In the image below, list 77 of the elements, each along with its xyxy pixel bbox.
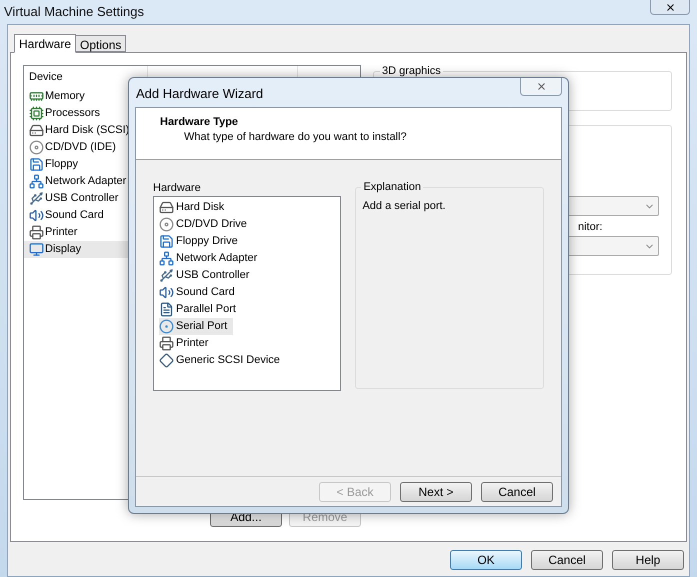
network-icon [29, 174, 44, 189]
button[interactable]: Help [612, 550, 684, 570]
device-name: CD/DVD (IDE) [45, 140, 116, 156]
tab[interactable]: Hardware [14, 34, 76, 53]
button[interactable]: OK [450, 550, 522, 570]
device-name: Hard Disk (SCSI) [45, 123, 130, 138]
hardware-name: CD/DVD Drive [176, 217, 247, 232]
device-name: Printer [45, 225, 78, 240]
hardware-item[interactable]: Serial Port [159, 318, 234, 335]
button[interactable]: Cancel [531, 550, 603, 570]
hardware-name: Network Adapter [176, 251, 258, 266]
floppy-icon [29, 157, 44, 172]
hardware-name: Floppy Drive [176, 234, 238, 250]
close-icon [536, 81, 546, 92]
usb-icon [29, 191, 44, 206]
monitor-icon [29, 242, 44, 257]
tab[interactable]: Options [76, 35, 126, 52]
device-row[interactable]: Hard Disk (SCSI) [24, 122, 148, 139]
close-icon [664, 2, 676, 12]
hardware-name: Hard Disk [176, 200, 224, 216]
hard-drive-icon [29, 123, 44, 138]
group-title: 3D graphics [380, 64, 443, 78]
device-name: USB Controller [45, 191, 118, 206]
device-name: Network Adapter [45, 174, 126, 190]
hardware-item[interactable]: Floppy Drive [159, 233, 244, 250]
device-name: Floppy [45, 157, 78, 172]
device-row[interactable]: Processors [24, 105, 148, 122]
memory-icon [29, 89, 44, 104]
printer-icon [159, 336, 174, 351]
hardware-item[interactable]: Parallel Port [159, 301, 242, 318]
device-name: Processors [45, 106, 100, 122]
hardware-name: Serial Port [176, 319, 228, 334]
port-icon [159, 319, 174, 334]
hardware-name: USB Controller [176, 268, 250, 284]
device-row[interactable]: CD/DVD (IDE) [24, 139, 148, 156]
device-name: Display [45, 242, 82, 258]
diamond-icon [159, 353, 174, 368]
device-row[interactable]: Network Adapter [24, 173, 148, 190]
window-title: Virtual Machine Settings [4, 3, 144, 21]
heading: Hardware Type [160, 115, 240, 130]
button[interactable]: Next > [400, 482, 472, 502]
close-button[interactable] [650, 0, 690, 15]
device-name: Memory [45, 89, 85, 104]
hardware-item[interactable]: Hard Disk [159, 199, 230, 216]
device-name: Sound Card [45, 208, 104, 224]
disc-icon [159, 217, 174, 232]
speaker-icon [159, 285, 174, 300]
explanation-text: Add a serial port. [362, 199, 447, 214]
hardware-item[interactable]: Generic SCSI Device [159, 352, 286, 369]
field-label: nitor: [577, 220, 604, 235]
hard-drive-icon [159, 200, 174, 215]
hardware-name: Generic SCSI Device [176, 353, 280, 368]
printer-icon [29, 225, 44, 240]
hardware-item[interactable]: USB Controller [159, 267, 256, 284]
hardware-item[interactable]: Printer [159, 335, 214, 352]
device-row[interactable]: Sound Card [24, 207, 148, 224]
device-row[interactable]: Printer [24, 224, 148, 241]
chip-icon [29, 106, 44, 121]
port-icon [159, 302, 174, 317]
dialog-title: Add Hardware Wizard [136, 85, 264, 103]
group-title: Explanation [361, 180, 423, 194]
hardware-name: Printer [176, 336, 208, 352]
device-row[interactable]: Floppy [24, 156, 148, 173]
list-label: Hardware [153, 181, 202, 196]
subheading: What type of hardware do you want to install? [183, 130, 408, 145]
floppy-icon [159, 234, 174, 249]
network-icon [159, 251, 174, 266]
hardware-name: Sound Card [176, 285, 235, 300]
speaker-icon [29, 208, 44, 223]
hardware-item[interactable]: Network Adapter [159, 250, 264, 267]
hardware-name: Parallel Port [176, 302, 236, 318]
device-row[interactable]: USB Controller [24, 190, 148, 207]
button[interactable]: Cancel [481, 482, 553, 502]
hardware-item[interactable]: CD/DVD Drive [159, 216, 253, 233]
disc-icon [29, 140, 44, 155]
usb-icon [159, 268, 174, 283]
hardware-item[interactable]: Sound Card [159, 284, 241, 301]
